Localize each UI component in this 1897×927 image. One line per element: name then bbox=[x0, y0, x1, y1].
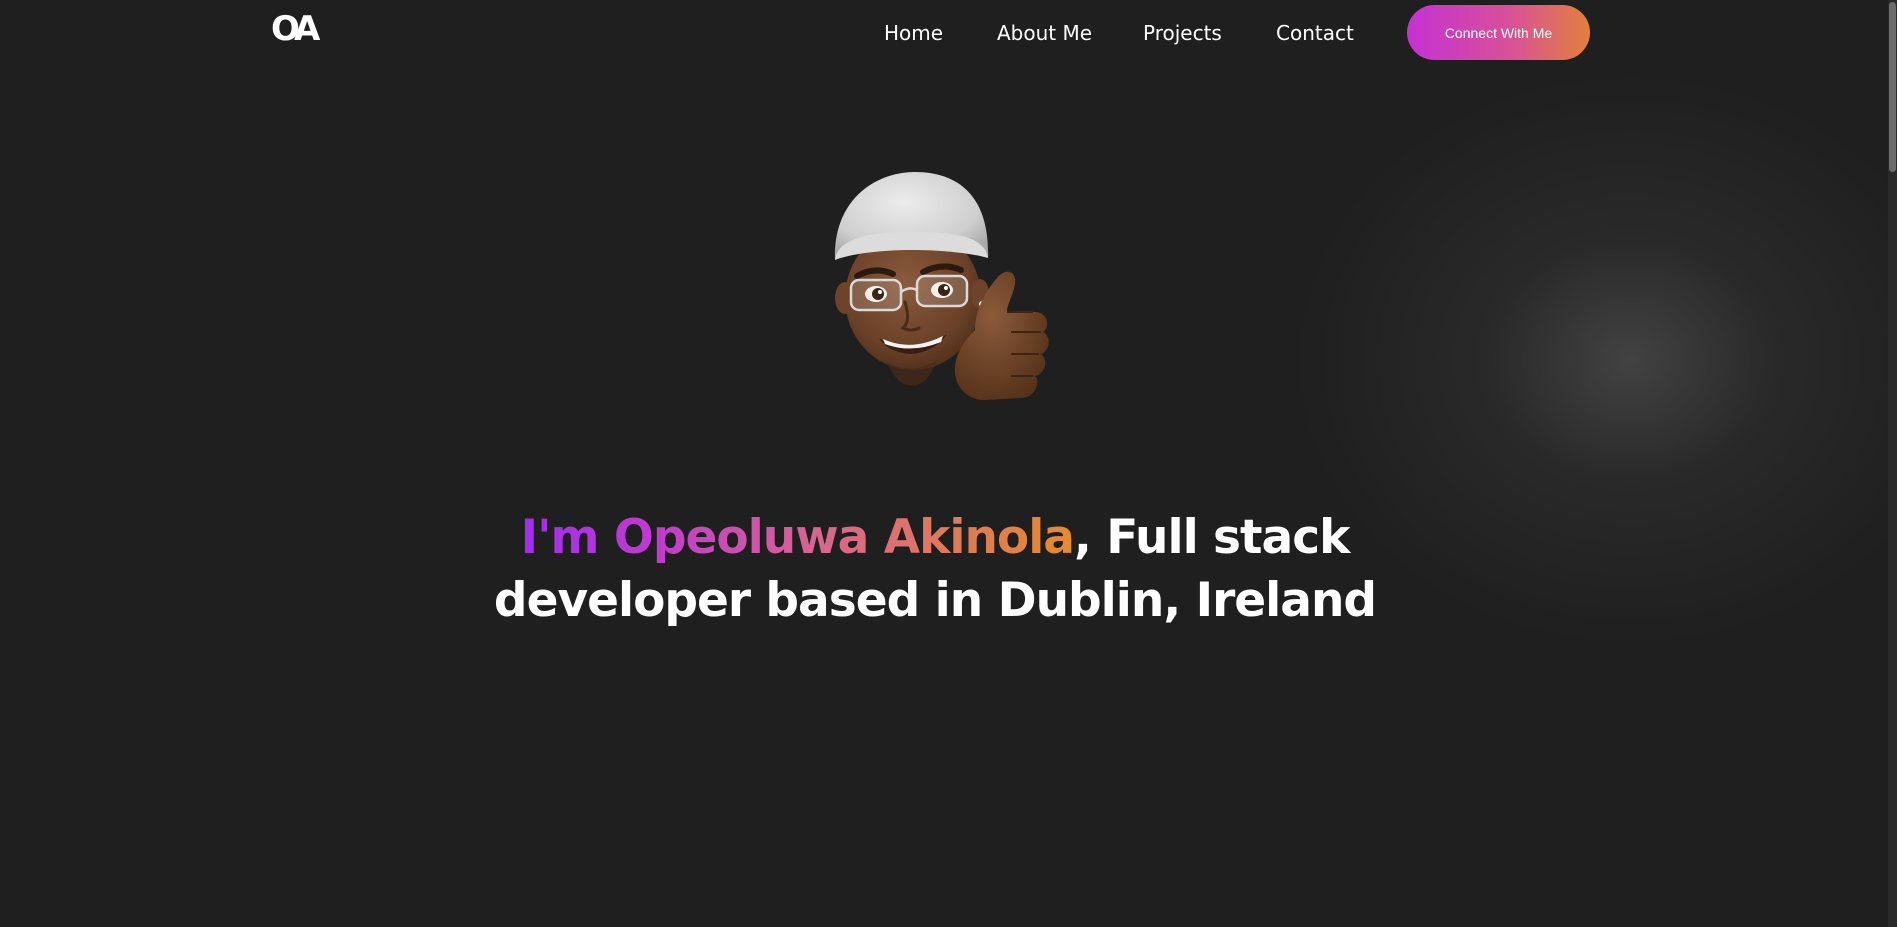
connect-with-me-button[interactable]: Connect With Me bbox=[1407, 5, 1590, 60]
hero-name-highlight: I'm Opeoluwa Akinola bbox=[520, 510, 1075, 566]
page: OA Home About Me Projects Contact Connec… bbox=[0, 0, 1897, 927]
hero-headline: I'm Opeoluwa Akinola, Full stack develop… bbox=[480, 506, 1390, 632]
scrollbar-thumb[interactable] bbox=[1889, 2, 1896, 172]
nav-link-about-me[interactable]: About Me bbox=[997, 20, 1092, 46]
scrollbar[interactable] bbox=[1888, 0, 1897, 927]
nav-link-home[interactable]: Home bbox=[884, 20, 943, 46]
logo[interactable]: OA bbox=[271, 9, 320, 49]
navbar: OA Home About Me Projects Contact Connec… bbox=[0, 0, 1890, 66]
nav-link-contact[interactable]: Contact bbox=[1276, 20, 1354, 46]
nav-link-projects[interactable]: Projects bbox=[1143, 20, 1222, 46]
memoji-thumbs-up-icon bbox=[825, 170, 1050, 415]
